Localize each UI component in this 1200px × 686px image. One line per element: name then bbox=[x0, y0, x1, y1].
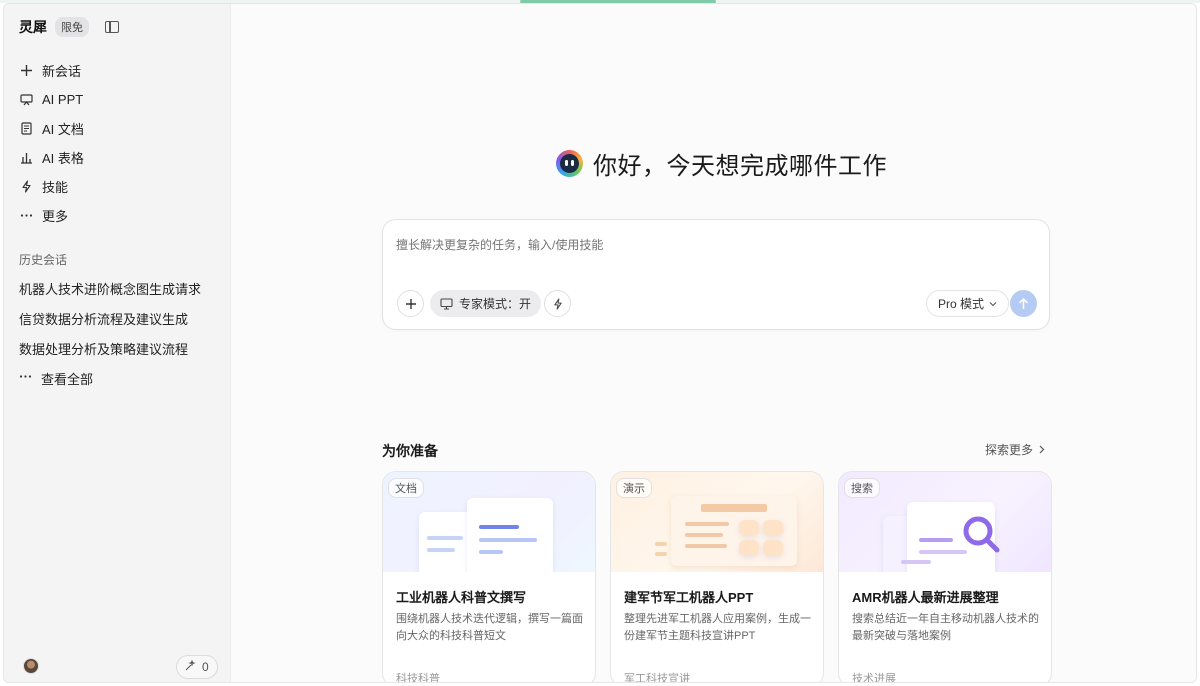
greeting-text: 你好，今天想完成哪件工作 bbox=[593, 153, 887, 180]
nav-label: AI 表格 bbox=[42, 151, 84, 166]
nav-ai-sheet[interactable]: AI 表格 bbox=[12, 143, 222, 172]
explore-more-link[interactable]: 探索更多 bbox=[985, 441, 1045, 458]
expert-mode-toggle[interactable]: 专家模式：开 bbox=[430, 290, 542, 317]
suggestion-card-search[interactable]: 搜索 AMR机器人最新进展整理 搜索总结近一年自主移动机器人技术的最新突破与落地… bbox=[838, 471, 1052, 683]
view-all-label: 查看全部 bbox=[41, 371, 94, 387]
sidebar-toggle-icon[interactable] bbox=[105, 21, 119, 33]
skills-button[interactable] bbox=[544, 290, 571, 317]
explore-label: 探索更多 bbox=[985, 443, 1034, 457]
plus-icon bbox=[19, 64, 33, 78]
nav-label: 更多 bbox=[42, 209, 69, 224]
plus-icon bbox=[405, 298, 416, 309]
main-content: 你好，今天想完成哪件工作 专家模式：开 Pro 模式 为你准备 bbox=[230, 4, 1196, 682]
arrow-up-icon bbox=[1018, 297, 1029, 309]
suggestion-card-ppt[interactable]: 演示 建军节军工机器人PPT 整理先进军工机器人应用案例，生成一份建军节主题科技… bbox=[610, 471, 824, 683]
card-title: 建军节军工机器人PPT bbox=[624, 590, 754, 605]
brand-name: 灵犀 bbox=[19, 19, 47, 35]
assistant-logo-icon bbox=[556, 150, 583, 177]
doc-illustration: 文档 bbox=[383, 472, 595, 572]
pro-mode-label: Pro 模式 bbox=[938, 297, 985, 311]
search-illustration: 搜索 bbox=[839, 472, 1051, 572]
card-title: AMR机器人最新进展整理 bbox=[852, 590, 999, 605]
nav-label: AI PPT bbox=[42, 92, 84, 107]
expert-mode-label: 专家模式：开 bbox=[459, 297, 532, 311]
sparkle-icon bbox=[185, 659, 196, 674]
card-tag: 文档 bbox=[388, 478, 424, 498]
nav-more[interactable]: 更多 bbox=[12, 201, 222, 230]
card-category: 科技科普 bbox=[396, 673, 440, 683]
sidebar: 灵犀 限免 新会话 AI PPT AI 文档 AI 表格 技能 更多 历史会话 … bbox=[4, 4, 230, 682]
slides-illustration: 演示 bbox=[611, 472, 823, 572]
chevron-down-icon bbox=[989, 301, 997, 306]
sidebar-nav: 新会话 AI PPT AI 文档 AI 表格 技能 更多 bbox=[12, 56, 222, 230]
nav-new-chat[interactable]: 新会话 bbox=[12, 56, 222, 85]
card-category: 技术进展 bbox=[852, 673, 896, 683]
history-item[interactable]: 数据处理分析及策略建议流程 bbox=[12, 333, 222, 363]
card-tag: 搜索 bbox=[844, 478, 880, 498]
prompt-input[interactable] bbox=[396, 238, 996, 252]
more-icon bbox=[19, 370, 32, 386]
app-window: 灵犀 限免 新会话 AI PPT AI 文档 AI 表格 技能 更多 历史会话 … bbox=[3, 3, 1197, 683]
card-description: 围绕机器人技术迭代逻辑，撰写一篇面向大众的科技科普短文 bbox=[396, 613, 583, 642]
card-tag: 演示 bbox=[616, 478, 652, 498]
credits-count: 0 bbox=[202, 660, 209, 674]
card-title: 工业机器人科普文撰写 bbox=[396, 590, 527, 605]
card-category: 军工科技宣讲 bbox=[624, 673, 690, 683]
history-view-all[interactable]: 查看全部 bbox=[12, 363, 222, 393]
history-item[interactable]: 信贷数据分析流程及建议生成 bbox=[12, 303, 222, 333]
card-description: 整理先进军工机器人应用案例，生成一份建军节主题科技宣讲PPT bbox=[624, 613, 811, 642]
add-attachment-button[interactable] bbox=[397, 290, 424, 317]
chevron-right-icon bbox=[1039, 445, 1045, 454]
pro-mode-dropdown[interactable]: Pro 模式 bbox=[926, 290, 1010, 317]
nav-skills[interactable]: 技能 bbox=[12, 172, 222, 201]
suggestion-cards: 文档 工业机器人科普文撰写 围绕机器人技术迭代逻辑，撰写一篇面向大众的科技科普短… bbox=[382, 471, 1052, 683]
presentation-icon bbox=[19, 93, 33, 107]
nav-label: 新会话 bbox=[42, 64, 82, 79]
brand: 灵犀 限免 bbox=[19, 17, 119, 37]
credits-button[interactable]: 0 bbox=[176, 655, 218, 679]
lightning-icon bbox=[553, 297, 562, 310]
composer: 专家模式：开 Pro 模式 bbox=[382, 219, 1050, 330]
magnifier-icon bbox=[963, 516, 1000, 553]
nav-ai-doc[interactable]: AI 文档 bbox=[12, 114, 222, 143]
nav-label: 技能 bbox=[42, 180, 69, 195]
greeting: 你好，今天想完成哪件工作 bbox=[556, 146, 887, 181]
history-title: 历史会话 bbox=[19, 253, 68, 267]
free-badge: 限免 bbox=[55, 17, 89, 37]
nav-ai-ppt[interactable]: AI PPT bbox=[12, 85, 222, 114]
section-title: 为你准备 bbox=[382, 443, 438, 459]
card-description: 搜索总结近一年自主移动机器人技术的最新突破与落地案例 bbox=[852, 613, 1039, 642]
monitor-icon bbox=[440, 297, 453, 310]
nav-label: AI 文档 bbox=[42, 122, 84, 137]
history-list: 机器人技术进阶概念图生成请求 信贷数据分析流程及建议生成 数据处理分析及策略建议… bbox=[12, 273, 222, 393]
lightning-icon bbox=[19, 180, 33, 194]
document-icon bbox=[19, 122, 33, 136]
chart-icon bbox=[19, 151, 33, 165]
history-item[interactable]: 机器人技术进阶概念图生成请求 bbox=[12, 273, 222, 303]
user-avatar[interactable] bbox=[23, 658, 39, 674]
send-button[interactable] bbox=[1010, 290, 1037, 317]
suggestion-card-doc[interactable]: 文档 工业机器人科普文撰写 围绕机器人技术迭代逻辑，撰写一篇面向大众的科技科普短… bbox=[382, 471, 596, 683]
more-icon bbox=[19, 209, 33, 223]
